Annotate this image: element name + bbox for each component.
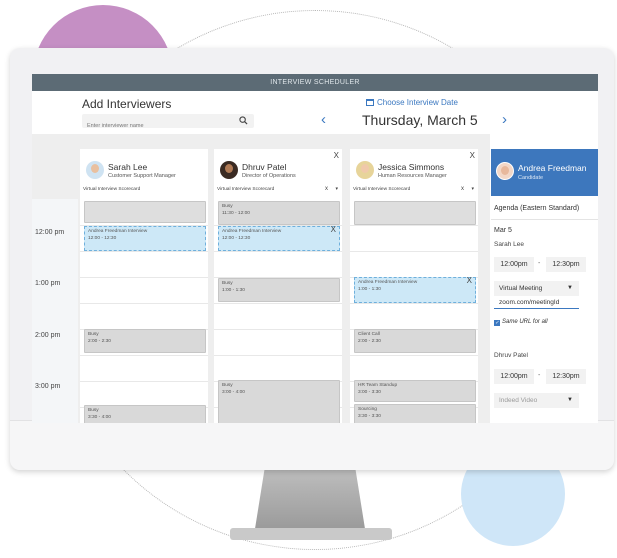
busy-event[interactable]: Busy 3:00 - 4:00 bbox=[218, 380, 340, 423]
chevron-down-icon: ▼ bbox=[567, 397, 573, 403]
interviewer-name: Jessica Simmons bbox=[378, 162, 445, 172]
busy-event[interactable]: Busy 2:00 - 2:30 bbox=[84, 329, 206, 353]
interviewer-role: Customer Support Manager bbox=[108, 173, 176, 179]
empty-block bbox=[354, 201, 476, 225]
same-url-label: Same URL for all bbox=[502, 319, 548, 325]
location-value: Virtual Meeting bbox=[499, 285, 543, 292]
location-select[interactable]: Indeed Video ▼ bbox=[494, 393, 579, 408]
interviewer-search-input[interactable] bbox=[82, 119, 232, 133]
time-label: 12:00 pm bbox=[35, 229, 65, 236]
interviewer-role: Director of Operations bbox=[242, 173, 296, 179]
remove-interviewer-button[interactable]: X bbox=[470, 151, 475, 160]
avatar bbox=[496, 162, 514, 180]
avatar bbox=[220, 161, 238, 179]
agenda-person: Sarah Lee bbox=[494, 241, 524, 248]
monitor-base bbox=[230, 528, 392, 540]
interviewer-name: Sarah Lee bbox=[108, 162, 148, 172]
clear-scorecard-button[interactable]: x bbox=[325, 186, 328, 192]
scene: INTERVIEW SCHEDULER Add Interviewers Cho… bbox=[0, 0, 617, 558]
time-separator: - bbox=[538, 260, 541, 267]
scorecard-select[interactable]: Virtual Interview Scorecard bbox=[217, 187, 274, 192]
event-time: 2:00 - 2:30 bbox=[358, 338, 381, 344]
meeting-url-input[interactable]: zoom.com/meetingId bbox=[494, 296, 579, 309]
busy-event[interactable]: Sourcing 3:30 - 3:30 bbox=[354, 404, 476, 423]
chevron-down-icon[interactable]: ▾ bbox=[471, 186, 474, 192]
chevron-down-icon[interactable]: ▾ bbox=[335, 186, 338, 192]
event-time: 1:00 - 1:30 bbox=[358, 286, 381, 292]
avatar bbox=[86, 161, 104, 179]
clear-scorecard-button[interactable]: x bbox=[461, 186, 464, 192]
remove-interview-button[interactable]: X bbox=[331, 226, 336, 234]
interviewer-name: Dhruv Patel bbox=[242, 162, 287, 172]
interview-event[interactable]: X Andrea Freedman Interview 12:00 - 12:3… bbox=[218, 226, 340, 251]
time-separator: - bbox=[538, 372, 541, 379]
busy-event[interactable]: Busy 1:00 - 1:30 bbox=[218, 278, 340, 302]
event-time: 2:00 - 2:30 bbox=[88, 338, 111, 344]
busy-event[interactable]: Busy 3:30 - 4:00 bbox=[84, 405, 206, 423]
interview-event[interactable]: Andrea Freedman Interview 12:00 - 12:30 bbox=[84, 226, 206, 251]
busy-event[interactable]: Busy 11:30 - 12:00 bbox=[218, 201, 340, 225]
candidate-role: Candidate bbox=[518, 175, 544, 181]
busy-event[interactable]: Client Call 2:00 - 2:30 bbox=[354, 329, 476, 353]
avatar bbox=[356, 161, 374, 179]
scorecard-select[interactable]: Virtual Interview Scorecard bbox=[353, 187, 410, 192]
divider bbox=[491, 219, 598, 220]
time-label: 2:00 pm bbox=[35, 332, 61, 339]
current-date: Thursday, March 5 bbox=[362, 112, 478, 128]
event-time: 11:30 - 12:00 bbox=[222, 210, 250, 216]
start-time-field[interactable]: 12:00pm bbox=[494, 257, 534, 272]
scorecard-select[interactable]: Virtual Interview Scorecard bbox=[83, 187, 140, 192]
chevron-down-icon: ▼ bbox=[567, 285, 573, 291]
interviewer-search bbox=[82, 114, 254, 133]
checkbox-checked-icon: ✓ bbox=[494, 320, 500, 326]
event-time: 1:00 - 1:30 bbox=[222, 287, 245, 293]
add-interviewers-heading: Add Interviewers bbox=[82, 97, 172, 111]
end-time-field[interactable]: 12:30pm bbox=[546, 257, 586, 272]
time-label: 3:00 pm bbox=[35, 383, 61, 390]
agenda-person: Dhruv Patel bbox=[494, 352, 528, 359]
scheduler-screen: INTERVIEW SCHEDULER Add Interviewers Cho… bbox=[32, 74, 598, 423]
event-time: 3:00 - 3:30 bbox=[358, 389, 381, 395]
search-icon[interactable] bbox=[239, 116, 248, 125]
app-title: INTERVIEW SCHEDULER bbox=[32, 74, 598, 91]
location-value: Indeed Video bbox=[499, 397, 538, 404]
interviewer-column-dhruv-patel: X Dhruv Patel Director of Operations Vir… bbox=[214, 149, 342, 423]
interviewer-column-sarah-lee: Sarah Lee Customer Support Manager Virtu… bbox=[80, 149, 208, 423]
agenda-heading: Agenda (Eastern Standard) bbox=[494, 205, 580, 212]
monitor-stand bbox=[254, 470, 366, 530]
location-select[interactable]: Virtual Meeting ▼ bbox=[494, 281, 579, 296]
start-time-field[interactable]: 12:00pm bbox=[494, 369, 534, 384]
previous-day-button[interactable]: ‹ bbox=[321, 111, 326, 128]
remove-interview-button[interactable]: X bbox=[467, 277, 472, 285]
calendar-icon bbox=[366, 99, 374, 106]
next-day-button[interactable]: › bbox=[502, 111, 507, 128]
time-axis: 12:00 pm 1:00 pm 2:00 pm 3:00 pm bbox=[32, 199, 78, 423]
event-time: 3:30 - 4:00 bbox=[88, 414, 111, 420]
end-time-field[interactable]: 12:30pm bbox=[546, 369, 586, 384]
candidate-panel: Andrea Freedman Candidate Agenda (Easter… bbox=[491, 149, 598, 423]
event-time: 3:30 - 3:30 bbox=[358, 413, 381, 419]
interviewer-header: X Jessica Simmons Human Resources Manage… bbox=[350, 149, 478, 199]
choose-date-link[interactable]: Choose Interview Date bbox=[366, 98, 458, 107]
empty-block bbox=[84, 201, 206, 223]
same-url-checkbox[interactable]: ✓ Same URL for all bbox=[494, 319, 548, 326]
interviewer-header: Sarah Lee Customer Support Manager Virtu… bbox=[80, 149, 208, 199]
candidate-header: Andrea Freedman Candidate bbox=[491, 149, 598, 196]
event-time: 12:00 - 12:30 bbox=[88, 235, 117, 241]
agenda-date: Mar 5 bbox=[494, 227, 512, 234]
candidate-name: Andrea Freedman bbox=[518, 163, 587, 173]
choose-date-label: Choose Interview Date bbox=[377, 98, 458, 107]
remove-interviewer-button[interactable]: X bbox=[334, 151, 339, 160]
interviewer-header: X Dhruv Patel Director of Operations Vir… bbox=[214, 149, 342, 199]
interviewer-column-jessica-simmons: X Jessica Simmons Human Resources Manage… bbox=[350, 149, 478, 423]
monitor-chin bbox=[10, 420, 614, 470]
time-label: 1:00 pm bbox=[35, 280, 61, 287]
interviewer-role: Human Resources Manager bbox=[378, 173, 447, 179]
event-time: 12:00 - 12:30 bbox=[222, 235, 251, 241]
event-time: 3:00 - 4:00 bbox=[222, 389, 245, 395]
interview-event[interactable]: X Andrea Freedman Interview 1:00 - 1:30 bbox=[354, 277, 476, 303]
busy-event[interactable]: HR Team Standup 3:00 - 3:30 bbox=[354, 380, 476, 402]
